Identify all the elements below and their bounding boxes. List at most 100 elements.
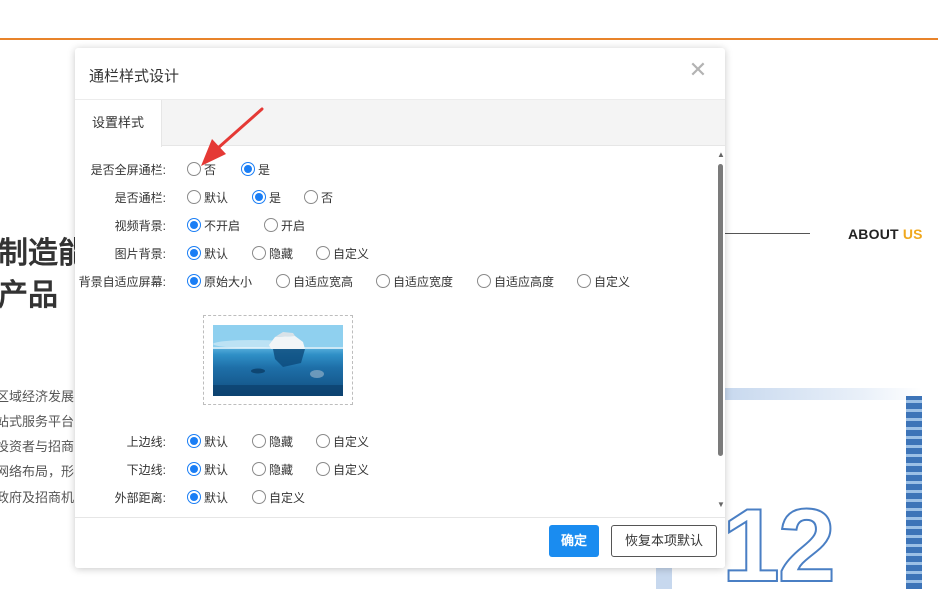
field-outer-margin: 外部距离: 默认 自定义 (75, 487, 715, 507)
field-label: 背景自适应屏幕: (78, 275, 166, 289)
ocean-image-thumbnail (213, 325, 343, 396)
radio-label: 隐藏 (269, 434, 294, 449)
radio-button[interactable] (577, 274, 591, 288)
radio-option[interactable]: 不开启 (187, 216, 240, 234)
radio-button[interactable] (252, 190, 266, 204)
field-label: 是否通栏: (114, 191, 166, 205)
radio-option[interactable]: 默认 (187, 188, 228, 206)
field-image-background: 图片背景: 默认 隐藏 自定义 (75, 243, 715, 263)
background-paragraph-line: 政府及招商机 (0, 491, 75, 506)
radio-option[interactable]: 隐藏 (252, 244, 293, 262)
radio-option[interactable]: 默认 (187, 432, 228, 450)
radio-option[interactable]: 默认 (187, 460, 228, 478)
radio-label: 自定义 (333, 434, 370, 449)
radio-button[interactable] (241, 162, 255, 176)
radio-option[interactable]: 是 (252, 188, 281, 206)
ocean-scene-icon (213, 325, 343, 396)
radio-option[interactable]: 是 (241, 160, 270, 178)
radio-option[interactable]: 自定义 (316, 432, 369, 450)
field-banner: 是否通栏: 默认 是 否 (75, 187, 715, 207)
radio-option[interactable]: 自定义 (252, 488, 305, 506)
radio-option[interactable]: 隐藏 (252, 432, 293, 450)
radio-option[interactable]: 默认 (187, 488, 228, 506)
radio-label: 是 (269, 190, 282, 205)
radio-option[interactable]: 原始大小 (187, 272, 252, 290)
radio-button[interactable] (264, 218, 278, 232)
settings-form: 是否全屏通栏: 否 是 是否通栏: 默认 是 否 视频背景: 不开启 开启 图片… (75, 146, 725, 517)
background-paragraph-line: 站式服务平台 (0, 415, 75, 430)
about-us-heading: ABOUT US (848, 226, 923, 242)
radio-button[interactable] (276, 274, 290, 288)
field-label: 外部距离: (114, 491, 166, 505)
radio-button[interactable] (376, 274, 390, 288)
radio-button[interactable] (252, 490, 266, 504)
radio-button[interactable] (477, 274, 491, 288)
radio-button[interactable] (187, 246, 201, 260)
radio-label: 自定义 (269, 490, 306, 505)
radio-label: 默认 (204, 462, 229, 477)
scrollbar-thumb[interactable] (718, 164, 723, 456)
radio-option[interactable]: 自适应高度 (477, 272, 554, 290)
field-label: 是否全屏通栏: (90, 163, 166, 177)
tab-bar: 设置样式 (75, 100, 725, 147)
radio-button[interactable] (187, 218, 201, 232)
radio-label: 自定义 (333, 462, 370, 477)
radio-label: 默认 (204, 246, 229, 261)
radio-button[interactable] (304, 190, 318, 204)
field-top-border: 上边线: 默认 隐藏 自定义 (75, 431, 715, 451)
radio-button[interactable] (252, 434, 266, 448)
radio-button[interactable] (187, 190, 201, 204)
building-image (906, 396, 922, 589)
dialog-header: 通栏样式设计 ✕ (75, 48, 725, 100)
radio-option[interactable]: 否 (304, 188, 333, 206)
radio-label: 不开启 (204, 218, 241, 233)
radio-option[interactable]: 开启 (264, 216, 305, 234)
radio-label: 原始大小 (204, 274, 253, 289)
radio-button[interactable] (187, 162, 201, 176)
radio-option[interactable]: 否 (187, 160, 216, 178)
radio-option[interactable]: 自适应宽高 (276, 272, 353, 290)
about-accent: US (902, 226, 923, 242)
radio-button[interactable] (187, 462, 201, 476)
tab-style-settings[interactable]: 设置样式 (75, 100, 162, 147)
radio-label: 隐藏 (269, 246, 294, 261)
radio-button[interactable] (316, 246, 330, 260)
background-paragraph-line: 投资者与招商 (0, 440, 75, 455)
radio-option[interactable]: 自适应宽度 (376, 272, 453, 290)
radio-button[interactable] (187, 490, 201, 504)
radio-option[interactable]: 自定义 (577, 272, 630, 290)
radio-label: 默认 (204, 434, 229, 449)
radio-label: 是 (258, 162, 271, 177)
about-divider (722, 233, 810, 234)
dialog-footer: 确定 恢复本项默认 (75, 517, 725, 568)
close-icon[interactable]: ✕ (687, 59, 709, 81)
radio-label: 隐藏 (269, 462, 294, 477)
field-bottom-border: 下边线: 默认 隐藏 自定义 (75, 459, 715, 479)
radio-button[interactable] (252, 246, 266, 260)
radio-button[interactable] (187, 434, 201, 448)
radio-label: 否 (321, 190, 334, 205)
chevron-down-icon[interactable]: ▼ (717, 500, 725, 509)
radio-label: 自适应高度 (494, 274, 555, 289)
radio-label: 自适应宽高 (293, 274, 354, 289)
background-big-number: 12 (721, 488, 837, 589)
confirm-button[interactable]: 确定 (549, 525, 599, 557)
radio-option[interactable]: 默认 (187, 244, 228, 262)
about-label: ABOUT (848, 226, 899, 242)
radio-button[interactable] (187, 274, 201, 288)
radio-label: 开启 (281, 218, 306, 233)
radio-option[interactable]: 自定义 (316, 244, 369, 262)
dialog-title: 通栏样式设计 (89, 68, 180, 85)
reset-default-button[interactable]: 恢复本项默认 (611, 525, 717, 557)
dialog-scrollbar[interactable]: ▲ ▼ (715, 148, 725, 520)
background-image-preview[interactable] (203, 315, 353, 405)
radio-button[interactable] (316, 434, 330, 448)
header-accent-rule (0, 38, 938, 40)
radio-option[interactable]: 自定义 (316, 460, 369, 478)
radio-option[interactable]: 隐藏 (252, 460, 293, 478)
chevron-up-icon[interactable]: ▲ (717, 150, 725, 159)
radio-button[interactable] (316, 462, 330, 476)
radio-button[interactable] (252, 462, 266, 476)
background-paragraph-line: 网络布局，形 (0, 465, 75, 480)
field-background-fit: 背景自适应屏幕: 原始大小 自适应宽高 自适应宽度 自适应高度 自定义 (75, 271, 715, 291)
